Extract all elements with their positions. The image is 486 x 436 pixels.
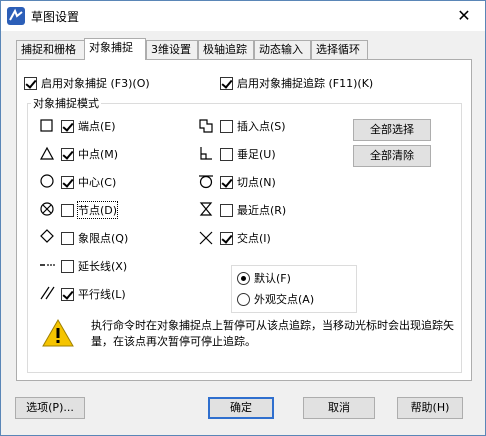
select-all-button[interactable]: 全部选择 [353, 119, 431, 141]
checkbox-label: 垂足(U) [237, 148, 276, 161]
close-button[interactable]: ✕ [447, 3, 481, 29]
checkbox-box[interactable] [220, 147, 233, 161]
snap-tangent-checkbox[interactable]: 切点(N) [220, 174, 276, 190]
checkbox-label: 插入点(S) [237, 120, 286, 133]
radio-label: 外观交点(A) [254, 293, 315, 306]
checkbox-label: 象限点(Q) [78, 232, 129, 245]
title-bar: 草图设置 ✕ [1, 1, 485, 31]
snap-node-checkbox[interactable]: 节点(D) [61, 201, 119, 219]
app-logo-icon [7, 7, 25, 25]
checkbox-box[interactable] [24, 76, 37, 90]
tab-dynamic-input[interactable]: 动态输入 [254, 40, 311, 59]
checkbox-box[interactable] [220, 231, 233, 245]
snap-quadrant-checkbox[interactable]: 象限点(Q) [61, 230, 128, 246]
clear-all-button[interactable]: 全部清除 [353, 145, 431, 167]
snap-extension-checkbox[interactable]: 延长线(X) [61, 258, 127, 274]
checkbox-box[interactable] [61, 259, 74, 273]
snap-parallel-checkbox[interactable]: 平行线(L) [61, 286, 126, 302]
checkbox-label: 启用对象捕捉追踪 (F11)(K) [237, 77, 374, 90]
tab-3d-settings[interactable]: 3维设置 [146, 40, 198, 59]
parallel-lines-icon [40, 286, 55, 300]
quadrant-diamond-icon [40, 229, 54, 243]
endpoint-square-icon [40, 119, 53, 132]
snap-endpoint-checkbox[interactable]: 端点(E) [61, 118, 116, 134]
enable-snap-tracking-checkbox[interactable]: 启用对象捕捉追踪 (F11)(K) [220, 75, 373, 91]
checkbox-box[interactable] [220, 175, 233, 189]
checkbox-label: 延长线(X) [78, 260, 128, 273]
checkbox-box[interactable] [61, 147, 74, 161]
snap-insertion-checkbox[interactable]: 插入点(S) [220, 118, 286, 134]
help-button[interactable]: 帮助(H) [397, 397, 463, 419]
snap-nearest-checkbox[interactable]: 最近点(R) [220, 202, 286, 218]
checkbox-label: 交点(I) [237, 232, 271, 245]
snap-midpoint-checkbox[interactable]: 中点(M) [61, 146, 118, 162]
snap-center-checkbox[interactable]: 中心(C) [61, 174, 116, 190]
insertion-icon [199, 119, 213, 133]
checkbox-box[interactable] [220, 76, 233, 90]
checkbox-label: 切点(N) [237, 176, 276, 189]
tab-object-snap[interactable]: 对象捕捉 [84, 38, 146, 60]
checkbox-label: 中心(C) [78, 176, 117, 189]
warning-icon [42, 318, 74, 347]
tab-selection-cycling[interactable]: 选择循环 [311, 40, 368, 59]
checkbox-box[interactable] [61, 175, 74, 189]
intersection-x-icon [199, 231, 213, 245]
extension-dashline-icon [40, 264, 55, 266]
enable-object-snap-checkbox[interactable]: 启用对象捕捉 (F3)(O) [24, 75, 150, 91]
radio-label: 默认(F) [254, 272, 291, 285]
nearest-hourglass-icon [199, 202, 213, 216]
snap-intersection-checkbox[interactable]: 交点(I) [220, 230, 271, 246]
options-button[interactable]: 选项(P)... [15, 397, 85, 419]
checkbox-box[interactable] [61, 203, 74, 217]
checkbox-label: 节点(D) [76, 201, 119, 219]
cancel-button[interactable]: 取消 [303, 397, 375, 419]
tab-polar-tracking[interactable]: 极轴追踪 [198, 40, 254, 59]
checkbox-label: 最近点(R) [237, 204, 287, 217]
radio-circle[interactable] [237, 271, 250, 285]
radio-circle[interactable] [237, 292, 250, 306]
object-snap-panel: 启用对象捕捉 (F3)(O) 启用对象捕捉追踪 (F11)(K) 对象捕捉模式 [16, 59, 472, 381]
default-intersection-radio[interactable]: 默认(F) [237, 270, 291, 286]
tracking-hint-text: 执行命令时在对象捕捉点上暂停可从该点追踪，当移动光标时会出现追踪矢量，在该点再次… [91, 319, 454, 348]
checkbox-label: 中点(M) [78, 148, 119, 161]
center-circle-icon [40, 174, 54, 188]
node-x-circle-icon [40, 202, 54, 216]
ok-button[interactable]: 确定 [208, 397, 274, 419]
perpendicular-icon [200, 147, 212, 160]
close-icon: ✕ [457, 6, 471, 25]
sketch-settings-dialog: 草图设置 ✕ 捕捉和栅格 对象捕捉 3维设置 极轴追踪 动态输入 选择循环 启用… [0, 0, 486, 436]
checkbox-label: 平行线(L) [78, 288, 126, 301]
snap-perpendicular-checkbox[interactable]: 垂足(U) [220, 146, 276, 162]
tab-snap-grid[interactable]: 捕捉和栅格 [16, 40, 86, 59]
window-title: 草图设置 [31, 10, 80, 24]
checkbox-box[interactable] [220, 119, 233, 133]
checkbox-box[interactable] [220, 203, 233, 217]
tangent-icon [199, 175, 213, 189]
checkbox-box[interactable] [61, 287, 74, 301]
apparent-intersection-radio[interactable]: 外观交点(A) [237, 291, 314, 307]
checkbox-box[interactable] [61, 231, 74, 245]
midpoint-triangle-icon [39, 146, 55, 160]
checkbox-label: 启用对象捕捉 (F3)(O) [41, 77, 150, 90]
snap-modes-group-label: 对象捕捉模式 [31, 95, 101, 111]
checkbox-box[interactable] [61, 119, 74, 133]
checkbox-label: 端点(E) [78, 120, 116, 133]
